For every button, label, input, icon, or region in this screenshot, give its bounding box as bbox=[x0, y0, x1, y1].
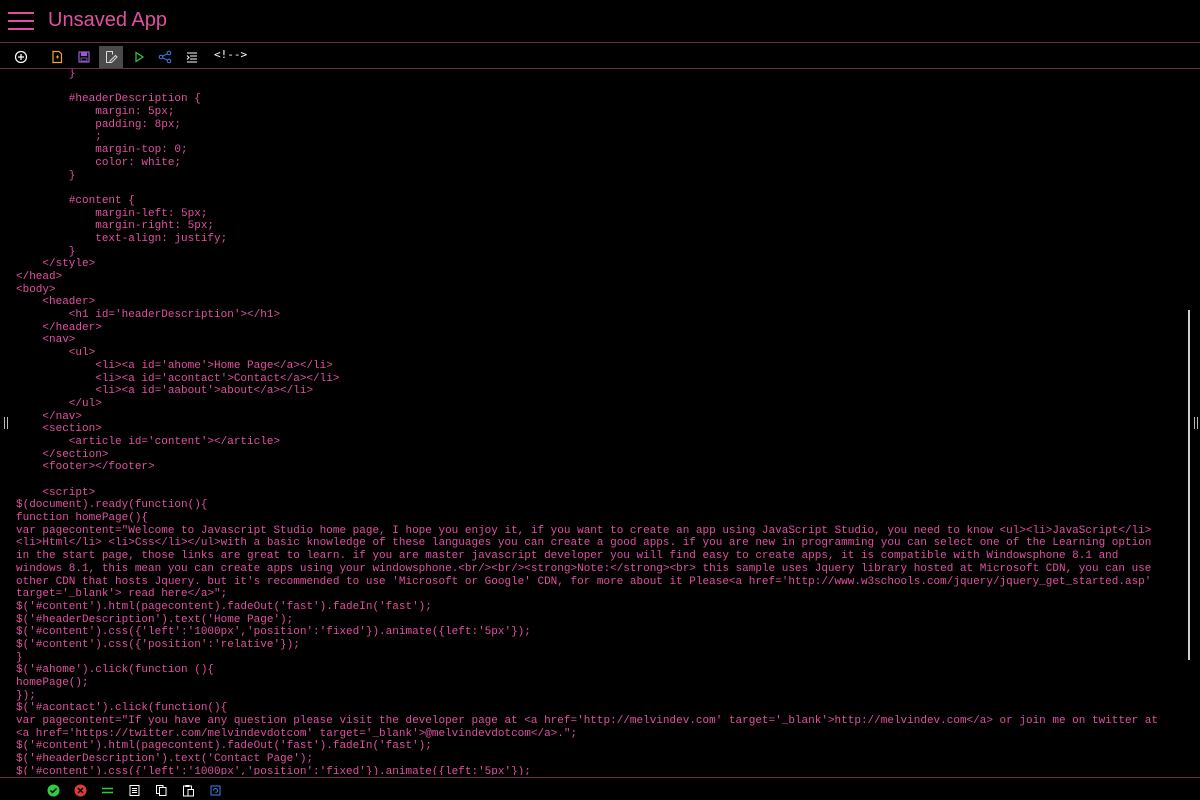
code-line: $('#content').css({'position':'relative'… bbox=[16, 638, 300, 651]
code-content[interactable]: } #headerDescription { margin: 5px; padd… bbox=[16, 69, 1158, 775]
title-divider bbox=[0, 42, 1200, 43]
code-line: }); bbox=[16, 689, 36, 702]
code-line: var pagecontent="Welcome to Javascript S… bbox=[16, 524, 1152, 537]
code-line: function homePage(){ bbox=[16, 512, 149, 525]
hamburger-menu-icon[interactable] bbox=[8, 11, 34, 31]
check-icon[interactable] bbox=[45, 782, 61, 798]
code-line: windows 8.1, this mean you can create ap… bbox=[16, 562, 1152, 575]
format-icon[interactable] bbox=[180, 46, 204, 68]
code-line: $('#headerDescription').text('Home Page'… bbox=[16, 613, 294, 626]
code-line: <li><a id='ahome'>Home Page</a></li> bbox=[16, 359, 333, 372]
code-line: <footer></footer> bbox=[16, 461, 155, 474]
code-line: <li><a id='aabout'>about</a></li> bbox=[16, 385, 314, 398]
code-line: <h1 id='headerDescription'></h1> bbox=[16, 309, 281, 322]
code-line: } bbox=[16, 169, 76, 182]
align-icon[interactable] bbox=[99, 782, 115, 798]
comment-button[interactable]: <!--> bbox=[214, 48, 247, 61]
toolbar: <!--> bbox=[0, 44, 1200, 68]
status-bar bbox=[0, 778, 1200, 800]
select-all-icon[interactable] bbox=[126, 782, 142, 798]
left-resize-handle[interactable] bbox=[4, 417, 8, 429]
code-line: <li>Html</li> <li>Css</li></ul>with a ba… bbox=[16, 537, 1152, 550]
code-line: margin: 5px; bbox=[16, 106, 175, 119]
title-bar: Unsaved App bbox=[0, 0, 1200, 42]
code-line: } bbox=[16, 651, 23, 664]
code-line: margin-left: 5px; bbox=[16, 207, 208, 220]
code-line: <ul> bbox=[16, 347, 96, 360]
code-line: var pagecontent="If you have any questio… bbox=[16, 715, 1158, 728]
code-line: $(document).ready(function(){ bbox=[16, 499, 208, 512]
add-circle-icon[interactable] bbox=[9, 46, 33, 68]
refresh-icon[interactable] bbox=[207, 782, 223, 798]
code-line: } bbox=[16, 69, 76, 80]
new-file-icon[interactable] bbox=[45, 46, 69, 68]
copy-icon[interactable] bbox=[153, 782, 169, 798]
code-line: <li><a id='acontact'>Contact</a></li> bbox=[16, 372, 340, 385]
paste-icon[interactable] bbox=[180, 782, 196, 798]
error-icon[interactable] bbox=[72, 782, 88, 798]
code-line: ; bbox=[16, 131, 102, 144]
code-line: $('#acontact').click(function(){ bbox=[16, 702, 228, 715]
code-line: <a href='https://twitter.com/melvindevdo… bbox=[16, 727, 578, 740]
code-line: </section> bbox=[16, 448, 109, 461]
code-line: $('#content').css({'left':'1000px','posi… bbox=[16, 626, 531, 639]
code-line: } bbox=[16, 245, 76, 258]
code-line: </nav> bbox=[16, 410, 83, 423]
code-line: #content { bbox=[16, 194, 135, 207]
code-line: $('#content').css({'left':'1000px','posi… bbox=[16, 765, 531, 775]
code-line: margin-right: 5px; bbox=[16, 220, 215, 233]
code-line: $('#headerDescription').text('Contact Pa… bbox=[16, 753, 314, 766]
code-line: </style> bbox=[16, 258, 96, 271]
code-line: in the start page, those links are great… bbox=[16, 550, 1119, 563]
code-editor[interactable]: } #headerDescription { margin: 5px; padd… bbox=[0, 69, 1200, 775]
run-icon[interactable] bbox=[127, 46, 151, 68]
code-line: <header> bbox=[16, 296, 96, 309]
code-line: target='_blank'> read here</a>"; bbox=[16, 588, 228, 601]
code-line: <article id='content'></article> bbox=[16, 435, 281, 448]
save-icon[interactable] bbox=[72, 46, 96, 68]
code-line: text-align: justify; bbox=[16, 232, 228, 245]
app-title: Unsaved App bbox=[48, 9, 167, 31]
code-line: <body> bbox=[16, 283, 56, 296]
code-line: $('#content').html(pagecontent).fadeOut(… bbox=[16, 740, 432, 753]
code-line: margin-top: 0; bbox=[16, 144, 188, 157]
code-line: homePage(); bbox=[16, 677, 89, 689]
code-line: <nav> bbox=[16, 334, 76, 347]
edit-icon[interactable] bbox=[99, 46, 123, 68]
right-resize-handle[interactable] bbox=[1194, 417, 1198, 429]
code-line: $('#content').html(pagecontent).fadeOut(… bbox=[16, 600, 432, 613]
share-icon[interactable] bbox=[153, 46, 177, 68]
code-line: <script> bbox=[16, 486, 96, 499]
code-line: color: white; bbox=[16, 156, 182, 169]
code-line: $('#ahome').click(function (){ bbox=[16, 664, 215, 677]
code-line: #headerDescription { bbox=[16, 93, 201, 106]
code-line: </head> bbox=[16, 271, 63, 283]
code-line: </ul> bbox=[16, 397, 102, 410]
code-line: other CDN that hosts Jquery. but it's re… bbox=[16, 575, 1152, 588]
code-line: <section> bbox=[16, 423, 102, 436]
vertical-scrollbar[interactable] bbox=[1188, 310, 1190, 660]
code-line: </header> bbox=[16, 321, 102, 334]
code-line: padding: 8px; bbox=[16, 118, 182, 131]
